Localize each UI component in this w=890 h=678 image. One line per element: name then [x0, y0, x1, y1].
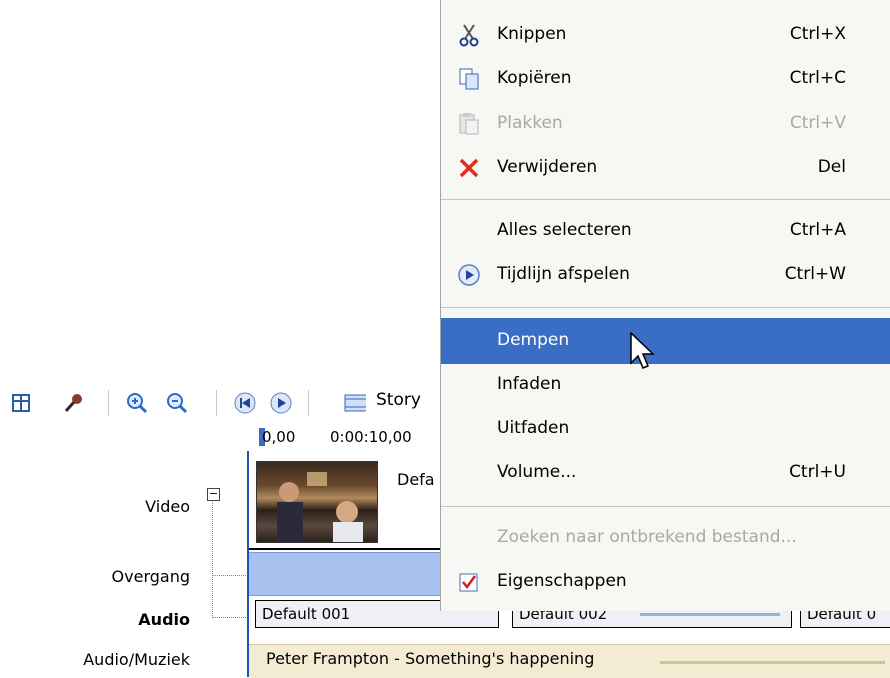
zoom-out-icon[interactable]	[166, 392, 188, 414]
toolbar-separator	[216, 390, 217, 416]
toolbar-separator	[308, 390, 309, 416]
menu-item-volume[interactable]: Volume... Ctrl+U	[441, 450, 890, 496]
delete-icon	[457, 156, 481, 180]
storyboard-view-icon[interactable]	[344, 392, 366, 414]
narrate-icon[interactable]	[62, 392, 84, 414]
menu-item-label: Alles selecteren	[497, 220, 632, 240]
video-clip-thumbnail[interactable]	[256, 461, 378, 543]
toolbar-separator	[108, 390, 109, 416]
menu-item-paste: Plakken Ctrl+V	[441, 101, 890, 147]
menu-item-select-all[interactable]: Alles selecteren Ctrl+A	[441, 208, 890, 254]
track-label-music: Audio/Muziek	[83, 650, 190, 669]
menu-item-properties[interactable]: Eigenschappen	[441, 559, 890, 605]
menu-item-label: Zoeken naar ontbrekend bestand...	[497, 527, 797, 547]
collapse-icon[interactable]: −	[207, 488, 220, 501]
storyboard-icon[interactable]	[10, 392, 32, 414]
menu-item-shortcut: Ctrl+A	[789, 220, 846, 240]
menu-item-fade-out[interactable]: Uitfaden	[441, 406, 890, 452]
menu-item-delete[interactable]: Verwijderen Del	[441, 145, 890, 191]
track-label-audio: Audio	[138, 610, 190, 629]
mouse-cursor-icon	[630, 331, 656, 376]
tree-line	[212, 617, 248, 618]
video-clip-title: Defa	[397, 470, 435, 489]
play-icon	[457, 263, 481, 287]
ruler-label-10s: 0:00:10,00	[330, 428, 412, 446]
menu-item-play-timeline[interactable]: Tijdlijn afspelen Ctrl+W	[441, 252, 890, 298]
menu-item-shortcut: Ctrl+U	[789, 462, 846, 482]
track-label-video: Video	[145, 497, 190, 516]
storyboard-button-label[interactable]: Story	[376, 390, 421, 410]
audio-clip-label: Default 001	[262, 605, 351, 623]
scissors-icon	[457, 23, 481, 47]
menu-item-find-missing-file: Zoeken naar ontbrekend bestand...	[441, 515, 890, 561]
tree-line	[212, 575, 248, 576]
audio-waveform	[640, 613, 780, 616]
paste-icon	[457, 112, 481, 136]
menu-item-shortcut: Ctrl+V	[789, 113, 846, 133]
rewind-icon[interactable]	[234, 392, 256, 414]
menu-item-label: Volume...	[497, 462, 577, 482]
menu-item-label: Knippen	[497, 24, 567, 44]
menu-item-shortcut: Ctrl+W	[784, 264, 846, 284]
menu-item-copy[interactable]: Kopiëren Ctrl+C	[441, 56, 890, 102]
menu-item-label: Dempen	[497, 330, 570, 350]
zoom-in-icon[interactable]	[126, 392, 148, 414]
music-waveform	[660, 661, 885, 664]
menu-item-label: Uitfaden	[497, 418, 570, 438]
menu-item-shortcut: Del	[817, 157, 846, 177]
menu-item-shortcut: Ctrl+C	[789, 68, 846, 88]
menu-item-cut[interactable]: Knippen Ctrl+X	[441, 12, 890, 58]
menu-item-fade-in[interactable]: Infaden	[441, 362, 890, 408]
menu-item-label: Infaden	[497, 374, 562, 394]
menu-separator	[441, 307, 890, 308]
music-clip-label[interactable]: Peter Frampton - Something's happening	[266, 649, 594, 668]
menu-item-label: Tijdlijn afspelen	[497, 264, 630, 284]
copy-icon	[457, 67, 481, 91]
menu-item-label: Kopiëren	[497, 68, 572, 88]
menu-separator	[441, 506, 890, 507]
tree-line	[212, 500, 213, 618]
menu-item-label: Verwijderen	[497, 157, 598, 177]
properties-icon	[457, 570, 481, 594]
menu-item-label: Plakken	[497, 113, 563, 133]
play-icon[interactable]	[270, 392, 292, 414]
track-label-transition: Overgang	[111, 567, 190, 586]
ruler-label-start: 0,00	[262, 428, 296, 446]
menu-separator	[441, 199, 890, 200]
menu-item-mute[interactable]: Dempen	[441, 318, 890, 364]
menu-item-label: Eigenschappen	[497, 571, 627, 591]
menu-item-shortcut: Ctrl+X	[789, 24, 846, 44]
